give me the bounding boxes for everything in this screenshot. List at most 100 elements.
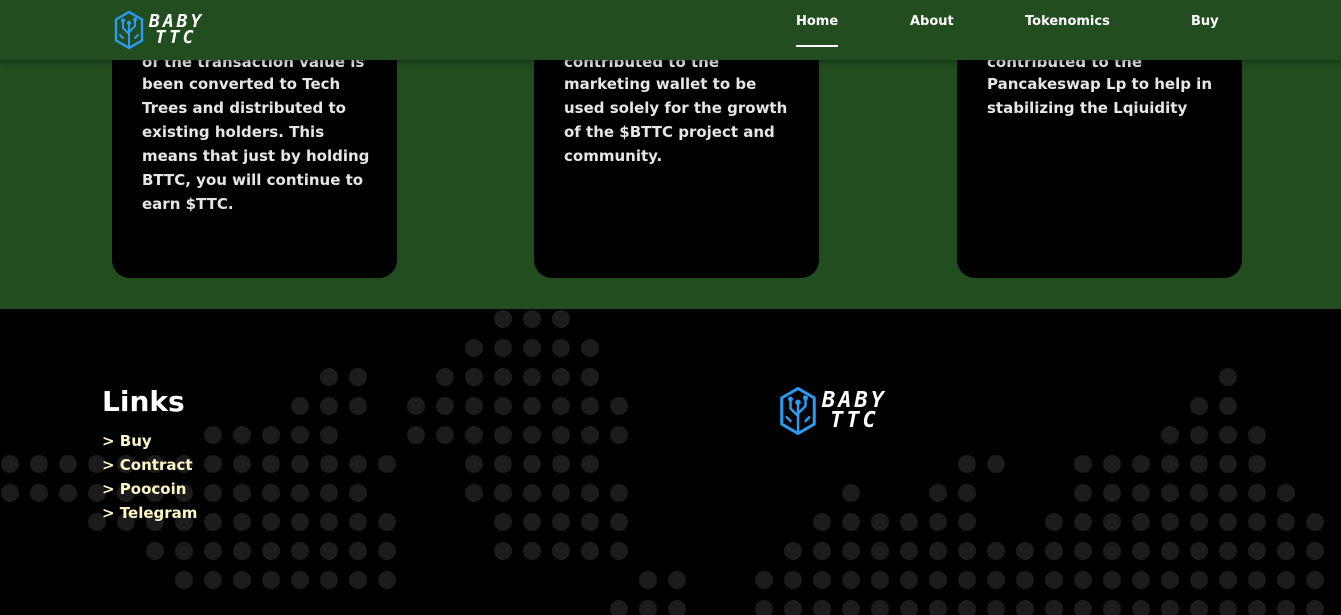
map-dot (1248, 484, 1266, 502)
map-dot (291, 542, 309, 560)
map-dot (610, 600, 628, 615)
map-dot (987, 455, 1005, 473)
nav-home[interactable]: Home (796, 14, 839, 47)
map-dot (320, 484, 338, 502)
nav-buy[interactable]: Buy (1191, 14, 1219, 29)
map-dot (233, 513, 251, 531)
map-dot (1045, 600, 1063, 615)
map-dot (204, 513, 222, 531)
map-dot (1161, 484, 1179, 502)
map-dot (204, 571, 222, 589)
map-dot (1016, 542, 1034, 560)
map-dot (871, 542, 889, 560)
map-dot (262, 426, 280, 444)
map-dot (552, 455, 570, 473)
map-dot (349, 455, 367, 473)
header-logo[interactable]: BABY TTC (113, 10, 204, 50)
map-dot (842, 513, 860, 531)
map-dot (291, 513, 309, 531)
footer-link-telegram[interactable]: > Telegram (102, 504, 197, 522)
map-dot (552, 310, 570, 328)
map-dot (668, 600, 686, 615)
map-dot (204, 426, 222, 444)
map-dot (1103, 484, 1121, 502)
map-dot (1103, 455, 1121, 473)
map-dot (1132, 484, 1150, 502)
map-dot (929, 571, 947, 589)
map-dot (958, 455, 976, 473)
nav-about[interactable]: About (910, 14, 954, 29)
map-dot (233, 455, 251, 473)
map-dot (1190, 542, 1208, 560)
map-dot (1190, 571, 1208, 589)
map-dot (871, 600, 889, 615)
footer-link-poocoin[interactable]: > Poocoin (102, 480, 186, 498)
links-heading: Links (102, 385, 185, 418)
map-dot (610, 484, 628, 502)
footer-link-item: > Poocoin (102, 477, 197, 501)
map-dot (1074, 455, 1092, 473)
map-dot (1161, 571, 1179, 589)
map-dot (378, 542, 396, 560)
map-dot (1277, 571, 1295, 589)
map-dot (1248, 426, 1266, 444)
map-dot (581, 455, 599, 473)
map-dot (755, 600, 773, 615)
map-dot (610, 542, 628, 560)
map-dot (465, 339, 483, 357)
map-dot (59, 455, 77, 473)
map-dot (1248, 455, 1266, 473)
map-dot (1190, 484, 1208, 502)
map-dot (1277, 600, 1295, 615)
map-dot (958, 600, 976, 615)
map-dot (494, 513, 512, 531)
map-dot (1248, 513, 1266, 531)
map-dot (204, 484, 222, 502)
footer-link-item: > Contract (102, 453, 197, 477)
map-dot (581, 542, 599, 560)
map-dot (871, 513, 889, 531)
map-dot (378, 571, 396, 589)
map-dot (639, 571, 657, 589)
map-dot (900, 571, 918, 589)
footer-link-contract[interactable]: > Contract (102, 456, 193, 474)
map-dot (465, 484, 483, 502)
card-text: marketing wallet to be used solely for t… (564, 75, 788, 165)
map-dot (1219, 571, 1237, 589)
map-dot (1219, 455, 1237, 473)
map-dot (30, 484, 48, 502)
map-dot (1219, 513, 1237, 531)
footer-link-item: > Telegram (102, 501, 197, 525)
map-dot (929, 484, 947, 502)
map-dot (465, 368, 483, 386)
map-dot (233, 542, 251, 560)
map-dot (465, 426, 483, 444)
map-dot (552, 484, 570, 502)
footer-links: > Buy > Contract > Poocoin > Telegram (102, 429, 197, 525)
map-dot (1248, 542, 1266, 560)
map-dot (320, 455, 338, 473)
map-dot (1190, 600, 1208, 615)
map-dot (523, 542, 541, 560)
map-dot (987, 571, 1005, 589)
map-dot (987, 542, 1005, 560)
map-dot (1190, 455, 1208, 473)
map-dot (1161, 426, 1179, 444)
map-dot (784, 600, 802, 615)
map-dot (668, 571, 686, 589)
tree-logo-icon (780, 387, 816, 435)
map-dot (1074, 484, 1092, 502)
map-dot (1219, 426, 1237, 444)
map-dot (523, 513, 541, 531)
map-dot (842, 571, 860, 589)
map-dot (1306, 542, 1324, 560)
nav-tokenomics[interactable]: Tokenomics (1025, 14, 1110, 29)
map-dot (320, 571, 338, 589)
map-dot (204, 542, 222, 560)
map-dot (233, 484, 251, 502)
map-dot (494, 455, 512, 473)
map-dot (987, 600, 1005, 615)
logo-wordmark: BABY TTC (149, 12, 204, 46)
footer-link-buy[interactable]: > Buy (102, 432, 152, 450)
map-dot (320, 397, 338, 415)
